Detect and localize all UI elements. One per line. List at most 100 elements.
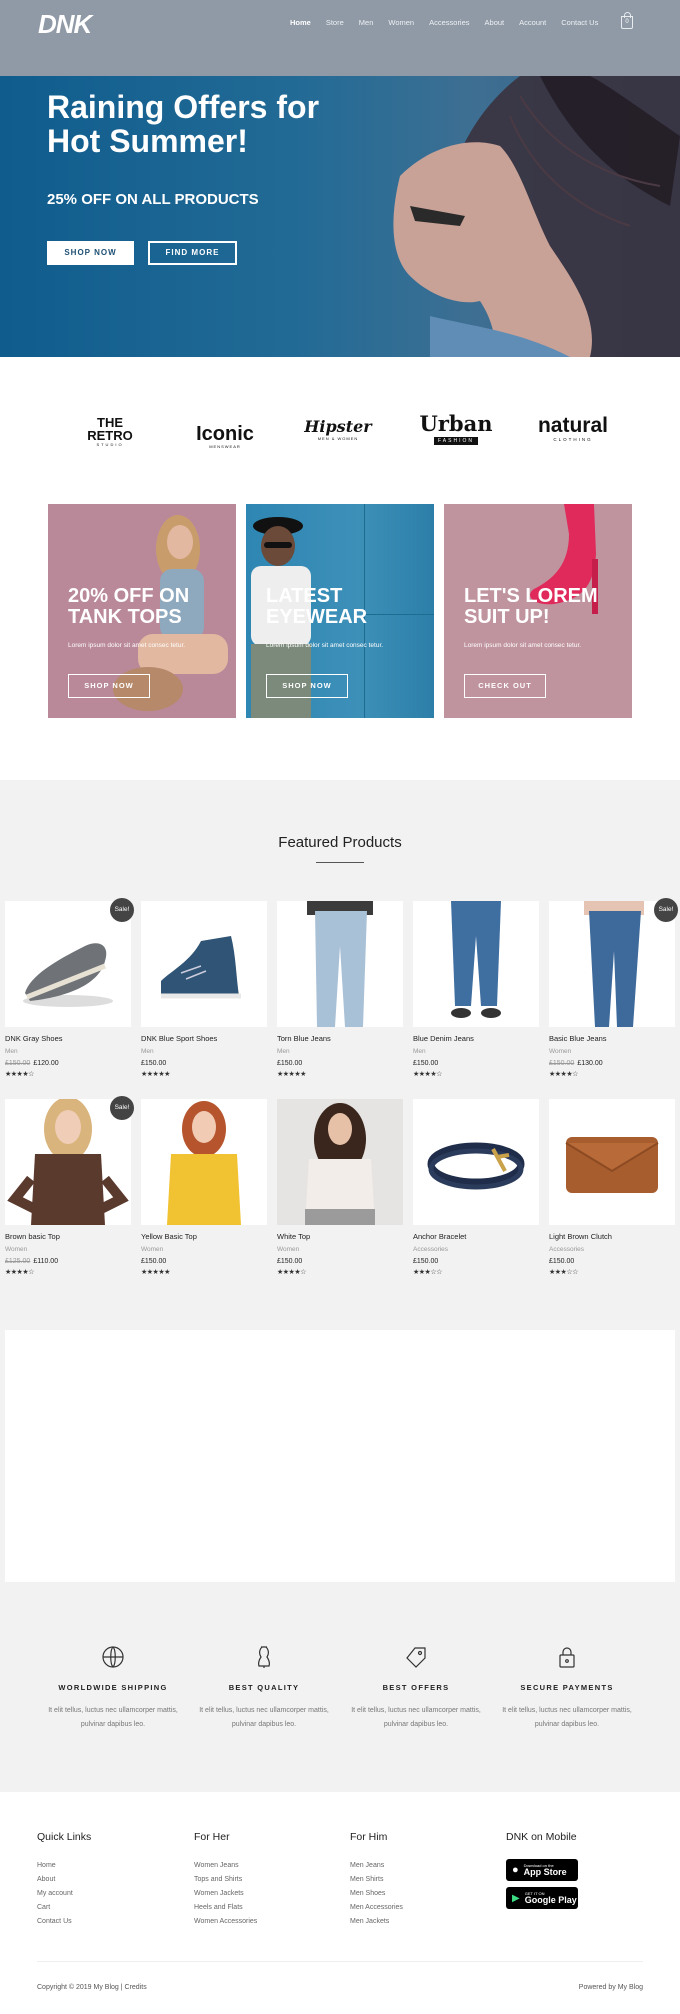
product-image[interactable] <box>549 1099 675 1225</box>
product-category[interactable]: Men <box>141 1048 267 1055</box>
footer-for-her: For Her Women Jeans Tops and Shirts Wome… <box>194 1831 257 1929</box>
feature-best-quality: BEST QUALITY It elit tellus, luctus nec … <box>199 1644 329 1732</box>
product-card[interactable]: Yellow Basic Top Women £150.00 ★★★★★ <box>141 1099 267 1276</box>
brand-name: Hipster <box>304 417 372 436</box>
sale-badge: Sale! <box>110 1096 134 1120</box>
footer-link-women-jeans[interactable]: Women Jeans <box>194 1859 257 1873</box>
sale-badge: Sale! <box>654 898 678 922</box>
footer-link-women-accessories[interactable]: Women Accessories <box>194 1915 257 1929</box>
product-rating: ★★★☆☆ <box>413 1269 442 1276</box>
product-image[interactable] <box>277 901 403 1027</box>
product-category[interactable]: Accessories <box>549 1246 675 1253</box>
promo-check-out-button[interactable]: CHECK OUT <box>464 674 546 698</box>
nav-men[interactable]: Men <box>359 18 374 27</box>
product-card[interactable]: DNK Blue Sport Shoes Men £150.00 ★★★★★ <box>141 901 267 1078</box>
brand-sub: CLOTHING <box>553 437 593 442</box>
product-name[interactable]: DNK Blue Sport Shoes <box>141 1034 267 1043</box>
footer-link-men-jeans[interactable]: Men Jeans <box>350 1859 403 1873</box>
footer-link-men-shirts[interactable]: Men Shirts <box>350 1873 403 1887</box>
footer-link-heels-flats[interactable]: Heels and Flats <box>194 1901 257 1915</box>
hero-woman-image <box>393 76 680 357</box>
product-image[interactable] <box>141 1099 267 1225</box>
brand-name: THE RETRO <box>87 415 133 443</box>
product-name[interactable]: Blue Denim Jeans <box>413 1034 539 1043</box>
nav-contact[interactable]: Contact Us <box>561 18 598 27</box>
cart-icon[interactable]: 0 <box>621 12 633 29</box>
product-name[interactable]: Light Brown Clutch <box>549 1232 675 1241</box>
product-image[interactable] <box>413 1099 539 1225</box>
product-card[interactable]: Anchor Bracelet Accessories £150.00 ★★★☆… <box>413 1099 539 1276</box>
feature-worldwide-shipping: WORLDWIDE SHIPPING It elit tellus, luctu… <box>48 1644 178 1732</box>
nav-about[interactable]: About <box>485 18 505 27</box>
product-name[interactable]: White Top <box>277 1232 403 1241</box>
nav-women[interactable]: Women <box>388 18 414 27</box>
feature-secure-payments: SECURE PAYMENTS It elit tellus, luctus n… <box>502 1644 632 1732</box>
copyright-text[interactable]: Copyright © 2019 My Blog | Credits <box>37 1984 147 1991</box>
footer-link-men-shoes[interactable]: Men Shoes <box>350 1887 403 1901</box>
promo-shop-now-button[interactable]: SHOP NOW <box>266 674 348 698</box>
product-category[interactable]: Women <box>549 1048 675 1055</box>
product-name[interactable]: Brown basic Top <box>5 1232 131 1241</box>
product-name[interactable]: Basic Blue Jeans <box>549 1034 675 1043</box>
brand-logo-urban[interactable]: Urban FASHION <box>419 413 493 445</box>
product-card[interactable]: Torn Blue Jeans Men £150.00 ★★★★★ <box>277 901 403 1078</box>
product-rating: ★★★★★ <box>141 1269 170 1276</box>
product-price: £150.00 <box>277 1060 303 1067</box>
brand-logo-iconic[interactable]: Iconic MENSWEAR <box>190 424 260 449</box>
nav-accessories[interactable]: Accessories <box>429 18 469 27</box>
product-image[interactable] <box>5 901 131 1027</box>
product-category[interactable]: Men <box>5 1048 131 1055</box>
promo-shop-now-button[interactable]: SHOP NOW <box>68 674 150 698</box>
footer-divider <box>37 1961 643 1962</box>
google-play-badge[interactable]: ▶ GET IT ON Google Play <box>506 1887 578 1909</box>
product-card[interactable]: Light Brown Clutch Accessories £150.00 ★… <box>549 1099 675 1276</box>
product-name[interactable]: Yellow Basic Top <box>141 1232 267 1241</box>
product-image[interactable] <box>141 901 267 1027</box>
footer-link-women-jackets[interactable]: Women Jackets <box>194 1887 257 1901</box>
site-logo[interactable]: DNK <box>38 9 92 40</box>
product-card[interactable]: White Top Women £150.00 ★★★★☆ <box>277 1099 403 1276</box>
product-image[interactable] <box>413 901 539 1027</box>
footer-link-tops-shirts[interactable]: Tops and Shirts <box>194 1873 257 1887</box>
featured-title: Featured Products <box>278 834 402 851</box>
product-category[interactable]: Men <box>277 1048 403 1055</box>
product-price: £150.00 <box>141 1060 167 1067</box>
product-category[interactable]: Women <box>277 1246 403 1253</box>
brand-logo-hipster[interactable]: Hipster MEN & WOMEN <box>303 417 373 442</box>
nav-account[interactable]: Account <box>519 18 546 27</box>
footer-link-men-jackets[interactable]: Men Jackets <box>350 1915 403 1929</box>
product-price: £150.00 <box>413 1060 439 1067</box>
product-category[interactable]: Men <box>413 1048 539 1055</box>
product-card[interactable]: Blue Denim Jeans Men £150.00 ★★★★☆ <box>413 901 539 1078</box>
footer-link-cart[interactable]: Cart <box>37 1901 91 1915</box>
product-name[interactable]: DNK Gray Shoes <box>5 1034 131 1043</box>
nav-store[interactable]: Store <box>326 18 344 27</box>
sale-badge: Sale! <box>110 898 134 922</box>
nav-home[interactable]: Home <box>290 18 311 27</box>
product-card[interactable]: Sale! Brown basic Top Women £125.00 £110.… <box>5 1096 134 1276</box>
footer-link-men-accessories[interactable]: Men Accessories <box>350 1901 403 1915</box>
product-category[interactable]: Accessories <box>413 1246 539 1253</box>
brand-logo-retro[interactable]: THE RETRO STUDIO <box>75 416 145 447</box>
product-category[interactable]: Women <box>141 1246 267 1253</box>
product-category[interactable]: Women <box>5 1246 131 1253</box>
powered-by-text[interactable]: Powered by My Blog <box>579 1984 643 1991</box>
footer-link-contact[interactable]: Contact Us <box>37 1915 91 1929</box>
hero-shop-now-button[interactable]: SHOP NOW <box>47 241 134 265</box>
hero-find-more-button[interactable]: FIND MORE <box>148 241 237 265</box>
product-name[interactable]: Torn Blue Jeans <box>277 1034 403 1043</box>
product-rating: ★★★★☆ <box>5 1269 34 1276</box>
app-store-badge[interactable]: ● Download on the App Store <box>506 1859 578 1881</box>
product-name[interactable]: Anchor Bracelet <box>413 1232 539 1241</box>
site-footer <box>0 1792 680 2014</box>
product-image[interactable] <box>5 1099 131 1225</box>
footer-link-home[interactable]: Home <box>37 1859 91 1873</box>
brand-logo-natural[interactable]: natural CLOTHING <box>532 415 614 443</box>
promo-title: LATEST EYEWEAR <box>266 585 368 628</box>
product-image[interactable] <box>277 1099 403 1225</box>
product-image[interactable] <box>549 901 675 1027</box>
footer-link-my-account[interactable]: My account <box>37 1887 91 1901</box>
footer-link-about[interactable]: About <box>37 1873 91 1887</box>
product-card[interactable]: Sale! Basic Blue Jeans Women £150.00 £130… <box>549 898 678 1078</box>
product-card[interactable]: Sale! DNK Gray Shoes Men £150.00 £120.00 … <box>5 898 134 1078</box>
